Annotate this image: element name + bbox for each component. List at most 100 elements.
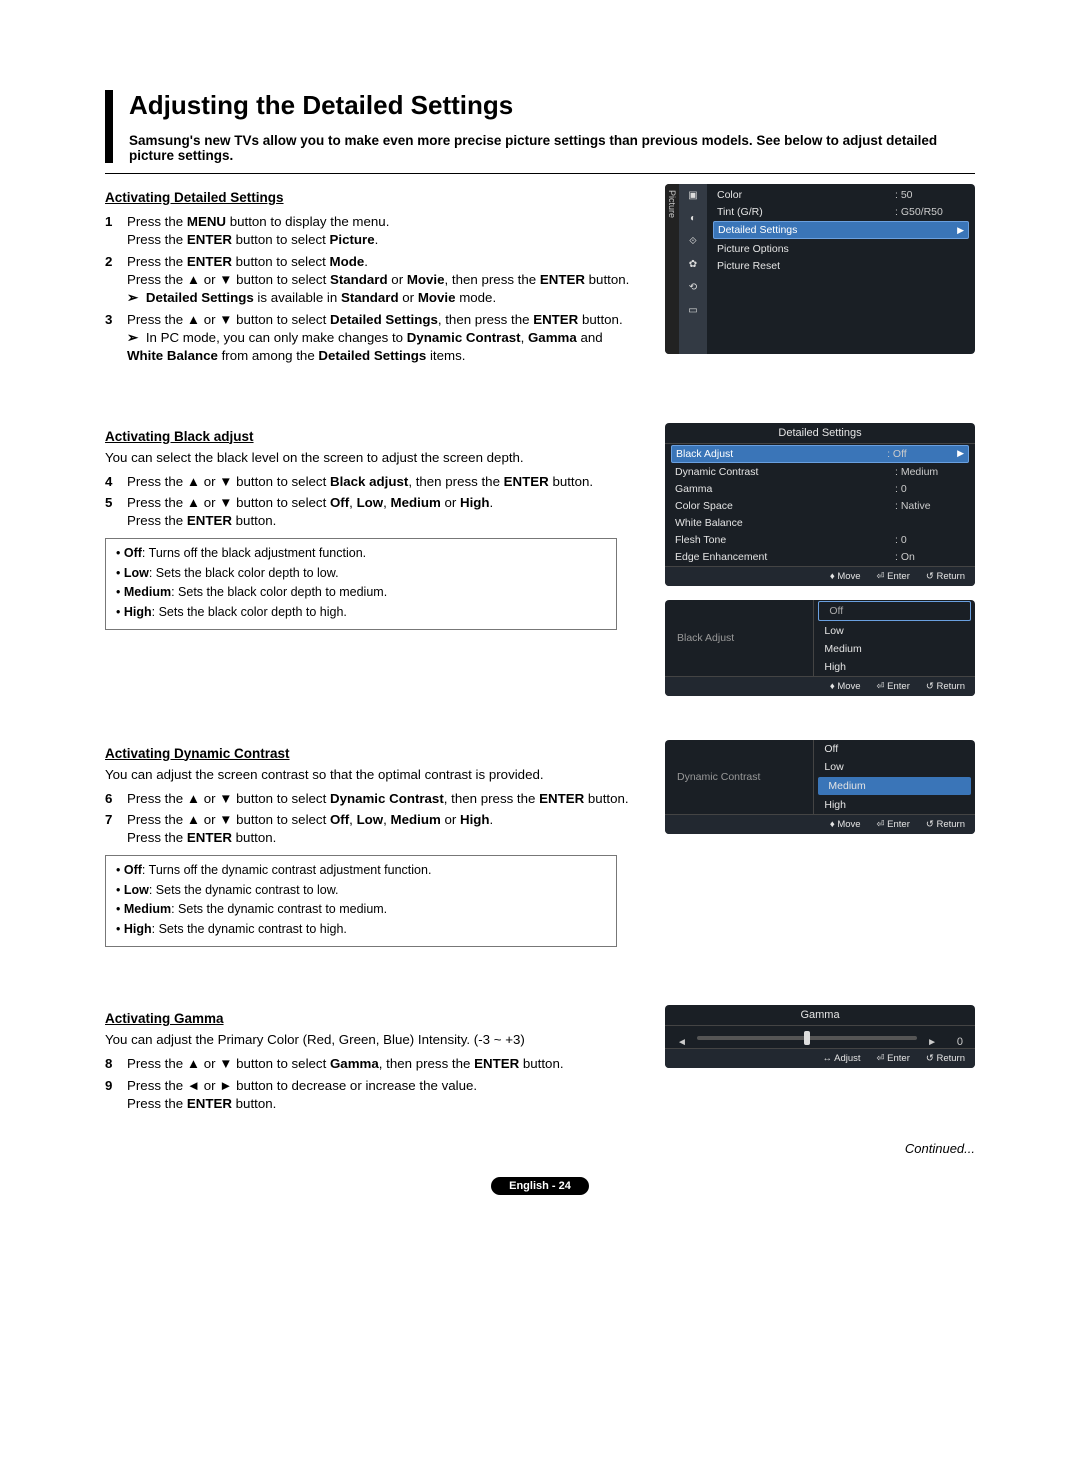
kw-low: Low	[124, 883, 149, 897]
text: .	[375, 232, 379, 247]
text: Press the ◄ or ► button to decrease or i…	[127, 1078, 477, 1093]
section-heading-b: Activating Black adjust	[105, 429, 641, 444]
osd-picture-menu: Picture ▣ ◐ ⟐ ✿ ⟲ ▭ Color: 50 Tint (G/R)…	[665, 184, 975, 354]
kw-mode: Mode	[330, 254, 365, 269]
footbar-adjust: ↔ Adjust	[823, 1053, 861, 1064]
kw-standard: Standard	[330, 272, 388, 287]
step-number: 4	[105, 473, 127, 491]
text: button to select	[232, 232, 330, 247]
footbar-enter: ⏎ Enter	[877, 1053, 910, 1064]
text: Return	[936, 681, 965, 692]
text: or	[399, 290, 418, 305]
text: or	[441, 495, 460, 510]
kw-standard: Standard	[341, 290, 399, 305]
text: Move	[837, 819, 860, 830]
gamma-slider-thumb	[804, 1031, 810, 1045]
page-number-badge: English - 24	[491, 1177, 589, 1195]
osd-item-color-space: Color Space	[675, 500, 895, 512]
popup-option-low: Low	[814, 758, 975, 776]
continued-label: Continued...	[105, 1141, 975, 1156]
text: .	[364, 254, 368, 269]
osd-detailed-settings-list: Detailed Settings Black Adjust: Off Dyna…	[665, 423, 975, 586]
osd-value: : On	[895, 551, 965, 563]
step-number: 2	[105, 253, 127, 307]
text: , then press the	[379, 1056, 474, 1071]
osd-value: : 50	[895, 189, 965, 201]
text: Press the ▲ or ▼ button to select	[127, 474, 330, 489]
osd-value: : G50/R50	[895, 206, 965, 218]
popup-option-medium: Medium	[818, 777, 971, 795]
osd-black-adjust-popup: Black Adjust Off Low Medium High ♦ Move …	[665, 600, 975, 696]
kw-enter: ENTER	[187, 232, 232, 247]
kw-enter: ENTER	[187, 1096, 232, 1111]
kw-enter: ENTER	[474, 1056, 519, 1071]
osd-sidebar-icons: ▣ ◐ ⟐ ✿ ⟲ ▭	[679, 184, 707, 354]
osd-item-white-balance: White Balance	[675, 517, 965, 529]
section-heading-d: Activating Gamma	[105, 1011, 641, 1026]
osd-gamma-slider: Gamma ◄ ► 0 ↔ Adjust ⏎	[665, 1005, 975, 1068]
text: or	[388, 272, 407, 287]
footbar-return: ↺ Return	[926, 1053, 965, 1064]
text: button.	[232, 830, 276, 845]
kw-enter: ENTER	[540, 272, 585, 287]
text: Press the	[127, 513, 187, 528]
popup-option-off: Off	[818, 601, 971, 621]
footbar-move: ♦ Move	[830, 819, 861, 830]
text: Move	[837, 681, 860, 692]
step-number: 5	[105, 494, 127, 530]
text: In PC mode, you can only make changes to	[146, 330, 407, 345]
kw-whitebal: White Balance	[127, 348, 218, 363]
kw-dyncon: Dynamic Contrast	[407, 330, 521, 345]
text: .	[490, 812, 494, 827]
text: button.	[232, 513, 276, 528]
text: Press the	[127, 214, 187, 229]
kw-enter: ENTER	[533, 312, 578, 327]
slider-left-arrow-icon: ◄	[677, 1037, 687, 1048]
step-body: Press the ▲ or ▼ button to select Off, L…	[127, 811, 641, 847]
step-number: 7	[105, 811, 127, 847]
input-icon: ⟲	[689, 282, 697, 293]
text: or	[441, 812, 460, 827]
osd-header: Detailed Settings	[665, 423, 975, 444]
kw-enter: ENTER	[187, 513, 232, 528]
text: Return	[936, 819, 965, 830]
text: Press the ▲ or ▼ button to select	[127, 495, 330, 510]
kw-high: High	[460, 495, 490, 510]
kw-low: Low	[357, 495, 384, 510]
text: Press the ▲ or ▼ button to select	[127, 312, 330, 327]
osd-value: : 0	[895, 483, 965, 495]
text: , then press the	[445, 272, 540, 287]
kw-movie: Movie	[407, 272, 445, 287]
text: ,	[349, 495, 356, 510]
text: ,	[349, 812, 356, 827]
footbar-move: ♦ Move	[830, 571, 861, 582]
text: Return	[936, 571, 965, 582]
note-arrow-icon: ➢	[127, 330, 138, 345]
text: button to select	[232, 254, 330, 269]
text: Enter	[887, 571, 910, 582]
text: Enter	[887, 681, 910, 692]
osd-item-dynamic-contrast: Dynamic Contrast	[675, 466, 895, 478]
osd-item-picture-reset: Picture Reset	[717, 260, 965, 272]
section-desc-c: You can adjust the screen contrast so th…	[105, 767, 641, 782]
footbar-enter: ⏎ Enter	[877, 681, 910, 692]
popup-option-low: Low	[814, 622, 975, 640]
osd-dynamic-contrast-popup: Dynamic Contrast Off Low Medium High ♦ M…	[665, 740, 975, 834]
kw-menu: MENU	[187, 214, 226, 229]
popup-option-off: Off	[814, 740, 975, 758]
sound-icon: ◐	[690, 213, 696, 224]
text: button.	[585, 272, 629, 287]
kw-medium: Medium	[391, 495, 441, 510]
text: , then press the	[438, 312, 533, 327]
kw-enter: ENTER	[504, 474, 549, 489]
setup-icon: ✿	[689, 259, 697, 270]
note-box-dyncon: • Off: Turns off the dynamic contrast ad…	[105, 855, 617, 947]
text: ,	[383, 495, 390, 510]
kw-gamma: Gamma	[528, 330, 577, 345]
kw-off: Off	[124, 546, 142, 560]
text: Press the ▲ or ▼ button to select	[127, 1056, 330, 1071]
section-activating-detailed: Activating Detailed Settings 1 Press the…	[105, 184, 975, 373]
text: is available in	[254, 290, 341, 305]
osd-item-detailed-settings: Detailed Settings	[718, 224, 957, 236]
popup-label: Dynamic Contrast	[665, 740, 813, 814]
